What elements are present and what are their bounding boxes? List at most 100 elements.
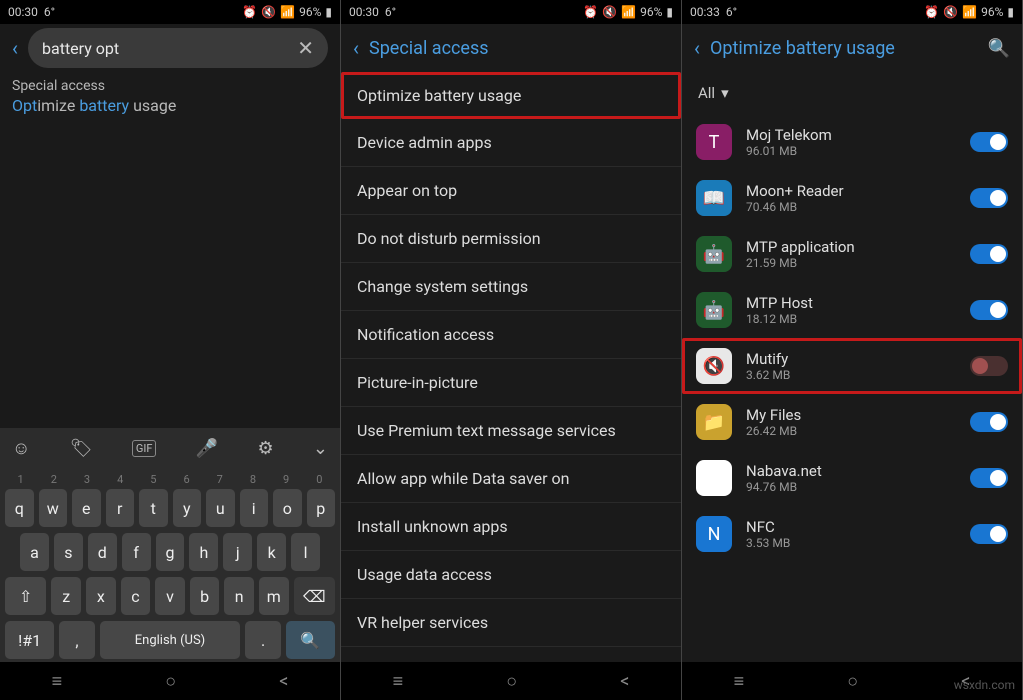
key-n[interactable]: n (224, 577, 254, 615)
clear-icon[interactable]: ✕ (297, 36, 314, 60)
home-button[interactable]: ○ (165, 671, 176, 692)
search-result[interactable]: Special access Optimize battery usage (12, 78, 328, 115)
nav-bar[interactable]: ≡ ○ < (341, 662, 681, 700)
key-l[interactable]: l (291, 533, 320, 571)
recent-apps-button[interactable]: ≡ (734, 671, 745, 692)
menu-item[interactable]: Optimize battery usage (341, 72, 681, 119)
home-button[interactable]: ○ (506, 671, 517, 692)
menu-item[interactable]: Change system settings (341, 263, 681, 311)
key-space[interactable]: English (US) (100, 621, 241, 659)
key-c[interactable]: c (121, 577, 151, 615)
chevron-down-icon: ▾ (721, 84, 729, 102)
back-button[interactable]: ‹ (694, 36, 700, 60)
key-r[interactable]: r (106, 489, 135, 527)
key-x[interactable]: x (86, 577, 116, 615)
key-m[interactable]: m (259, 577, 289, 615)
key-s[interactable]: s (54, 533, 83, 571)
key-f[interactable]: f (122, 533, 151, 571)
key-period[interactable]: . (245, 621, 280, 659)
app-row[interactable]: ▪ Nabava.net 94.76 MB (682, 450, 1022, 506)
sticker-icon[interactable]: 🏷 (70, 438, 93, 459)
app-size: 3.53 MB (746, 536, 956, 550)
menu-item[interactable]: Do not disturb permission (341, 215, 681, 263)
toggle-switch[interactable] (970, 412, 1008, 432)
key-p[interactable]: p (307, 489, 336, 527)
key-symbols[interactable]: !#1 (5, 621, 54, 659)
gif-icon[interactable]: GIF (132, 440, 157, 457)
toggle-switch[interactable] (970, 524, 1008, 544)
chevron-down-icon[interactable]: ⌄ (313, 438, 328, 459)
menu-item[interactable]: Appear on top (341, 167, 681, 215)
key-h[interactable]: h (189, 533, 218, 571)
app-row[interactable]: T Moj Telekom 96.01 MB (682, 114, 1022, 170)
settings-list[interactable]: Optimize battery usageDevice admin appsA… (341, 72, 681, 662)
recent-apps-button[interactable]: ≡ (52, 671, 63, 692)
panel-optimize-battery: 00:336° ⏰🔇📶96%▮ ‹ Optimize battery usage… (682, 0, 1023, 700)
menu-item[interactable]: Notification access (341, 311, 681, 359)
menu-item[interactable]: Allow app while Data saver on (341, 455, 681, 503)
menu-item[interactable]: Install unknown apps (341, 503, 681, 551)
key-e[interactable]: e (72, 489, 101, 527)
app-size: 94.76 MB (746, 480, 956, 494)
menu-item[interactable]: Directory access (341, 647, 681, 662)
key-v[interactable]: v (155, 577, 185, 615)
mic-icon[interactable]: 🎤 (196, 438, 218, 459)
key-i[interactable]: i (240, 489, 269, 527)
app-icon: 🔇 (696, 348, 732, 384)
toggle-switch[interactable] (970, 188, 1008, 208)
search-input[interactable] (42, 39, 297, 58)
key-search[interactable]: 🔍 (286, 621, 335, 659)
app-icon: T (696, 124, 732, 160)
app-name: Mutify (746, 350, 956, 368)
app-row[interactable]: N NFC 3.53 MB (682, 506, 1022, 562)
recent-apps-button[interactable]: ≡ (393, 671, 404, 692)
menu-item[interactable]: VR helper services (341, 599, 681, 647)
key-d[interactable]: d (88, 533, 117, 571)
app-row[interactable]: 🤖 MTP Host 18.12 MB (682, 282, 1022, 338)
key-w[interactable]: w (39, 489, 68, 527)
app-row[interactable]: 📖 Moon+ Reader 70.46 MB (682, 170, 1022, 226)
search-icon[interactable]: 🔍 (988, 38, 1010, 59)
key-y[interactable]: y (173, 489, 202, 527)
key-comma[interactable]: , (59, 621, 94, 659)
menu-item[interactable]: Usage data access (341, 551, 681, 599)
menu-item[interactable]: Picture-in-picture (341, 359, 681, 407)
nav-bar[interactable]: ≡ ○ < (0, 662, 340, 700)
key-j[interactable]: j (223, 533, 252, 571)
key-q[interactable]: q (5, 489, 34, 527)
back-button[interactable]: ‹ (12, 36, 18, 60)
app-row[interactable]: 🤖 MTP application 21.59 MB (682, 226, 1022, 282)
back-nav-button[interactable]: < (620, 671, 629, 692)
key-o[interactable]: o (273, 489, 302, 527)
filter-dropdown[interactable]: All ▾ (682, 72, 1022, 114)
key-k[interactable]: k (257, 533, 286, 571)
back-button[interactable]: ‹ (353, 36, 359, 60)
key-a[interactable]: a (20, 533, 49, 571)
app-list[interactable]: T Moj Telekom 96.01 MB 📖 Moon+ Reader 70… (682, 114, 1022, 662)
menu-item[interactable]: Device admin apps (341, 119, 681, 167)
app-row[interactable]: 🔇 Mutify 3.62 MB (682, 338, 1022, 394)
toggle-switch[interactable] (970, 468, 1008, 488)
home-button[interactable]: ○ (847, 671, 858, 692)
keyboard[interactable]: ☺ 🏷 GIF 🎤 ⚙ ⌄ 1234567890 qwertyuiop asdf… (0, 428, 340, 662)
key-backspace[interactable]: ⌫ (294, 577, 335, 615)
key-u[interactable]: u (206, 489, 235, 527)
key-z[interactable]: z (51, 577, 81, 615)
menu-item[interactable]: Use Premium text message services (341, 407, 681, 455)
app-icon: ▪ (696, 460, 732, 496)
search-field[interactable]: ✕ (28, 28, 328, 68)
emoji-icon[interactable]: ☺ (12, 438, 30, 459)
key-b[interactable]: b (190, 577, 220, 615)
key-shift[interactable]: ⇧ (5, 577, 46, 615)
back-nav-button[interactable]: < (279, 671, 288, 692)
app-icon: 🤖 (696, 236, 732, 272)
toggle-switch[interactable] (970, 300, 1008, 320)
app-row[interactable]: 📁 My Files 26.42 MB (682, 394, 1022, 450)
toggle-switch[interactable] (970, 132, 1008, 152)
toggle-switch[interactable] (970, 356, 1008, 376)
toggle-switch[interactable] (970, 244, 1008, 264)
key-t[interactable]: t (139, 489, 168, 527)
key-g[interactable]: g (156, 533, 185, 571)
app-name: Moj Telekom (746, 126, 956, 144)
gear-icon[interactable]: ⚙ (257, 438, 273, 459)
